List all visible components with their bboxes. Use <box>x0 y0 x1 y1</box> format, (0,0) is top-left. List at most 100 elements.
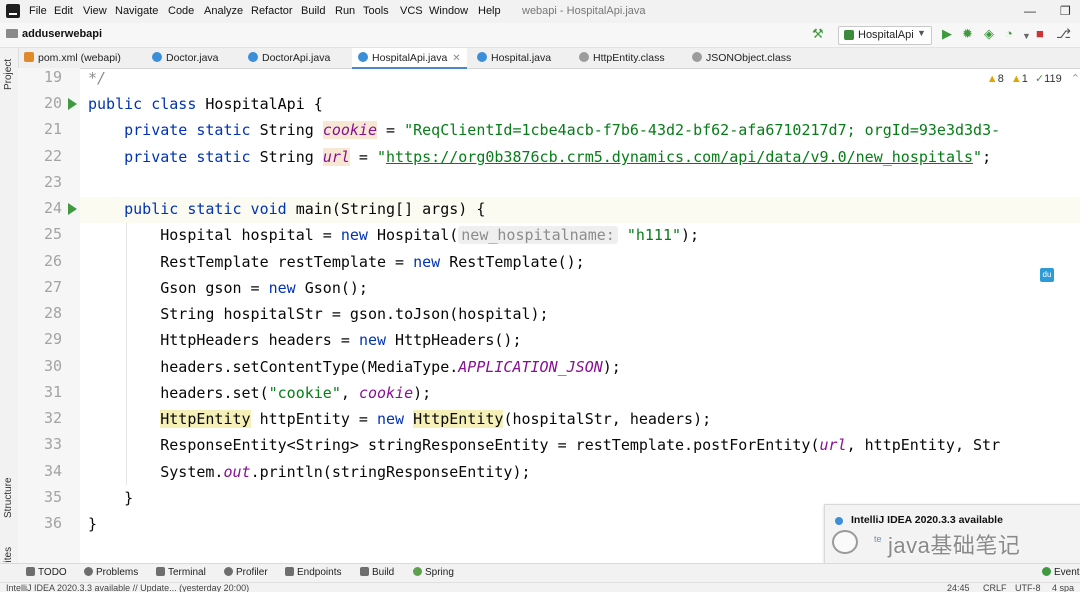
code-token: ); <box>413 384 432 402</box>
hammer-icon <box>360 567 369 576</box>
stop-icon[interactable]: ■ <box>1036 27 1044 41</box>
string-token: " <box>377 148 387 166</box>
line-number: 22 <box>43 147 62 165</box>
keyword-token: public class <box>88 95 197 113</box>
terminal-icon <box>156 567 165 576</box>
code-line-35: } <box>88 488 133 508</box>
class-file-icon <box>579 52 589 62</box>
keyword-token: new <box>413 253 441 271</box>
restore-icon[interactable]: ❐ <box>1060 4 1071 18</box>
code-line-27: Gson gson = new Gson(); <box>88 278 368 298</box>
code-token: ; <box>982 148 992 166</box>
menu-tools[interactable]: Tools <box>363 5 389 17</box>
menu-build[interactable]: Build <box>301 5 325 17</box>
code-token: , httpEntity, Str <box>846 436 1001 454</box>
inspections-widget[interactable]: ▲8 ▲1 ✓119 ⌃ <box>987 72 1080 85</box>
string-token: "ReqClientId=1cbe4acb-f7b6-43d2-bf62-afa… <box>404 121 1001 139</box>
keyword-token: new <box>340 226 368 244</box>
run-main-gutter-icon[interactable] <box>68 203 77 215</box>
editor-gutter: 19 20 21 22 23 24 25 26 27 28 29 30 31 3… <box>18 68 93 563</box>
coverage-icon[interactable]: ◈ <box>984 27 994 41</box>
tab-hospitalapi-java[interactable]: HospitalApi.java ✕ <box>352 48 467 69</box>
problems-icon <box>84 567 93 576</box>
tab-doctorapi-java[interactable]: DoctorApi.java <box>248 48 330 68</box>
editor-tab-bar: pom.xml (webapi) Doctor.java DoctorApi.j… <box>0 48 1080 69</box>
menu-edit[interactable]: Edit <box>54 5 73 17</box>
run-config-icon <box>844 30 854 40</box>
tool-window-structure[interactable]: Structure <box>3 477 14 518</box>
tab-hospital-java[interactable]: Hospital.java <box>477 48 551 68</box>
git-icon[interactable]: ⎇ <box>1056 27 1071 41</box>
tool-spring[interactable]: Spring <box>413 567 454 578</box>
menu-file[interactable]: File <box>29 5 47 17</box>
code-token: (hospitalStr, headers); <box>503 410 712 428</box>
line-number: 20 <box>43 94 62 112</box>
tool-event-log[interactable]: Event <box>1042 567 1080 578</box>
run-configuration-select[interactable]: HospitalApi ▼ <box>838 26 932 45</box>
string-token: " <box>973 148 983 166</box>
tab-label: HttpEntity.class <box>593 52 665 64</box>
parameter-hint: new_hospitalname: <box>458 226 618 244</box>
code-token: headers.set( <box>160 384 269 402</box>
tab-pom-xml[interactable]: pom.xml (webapi) <box>24 48 121 68</box>
menu-refactor[interactable]: Refactor <box>251 5 293 17</box>
chevron-up-icon[interactable]: ⌃ <box>1071 73 1080 85</box>
tool-label: Spring <box>425 567 454 578</box>
more-run-chevron-icon[interactable]: ▼ <box>1022 29 1031 43</box>
string-token: "h111" <box>617 226 682 244</box>
code-editor[interactable]: */ public class HospitalApi { private st… <box>80 68 1080 563</box>
menu-navigate[interactable]: Navigate <box>115 5 158 17</box>
tab-jsonobject-class[interactable]: JSONObject.class <box>692 48 791 68</box>
breadcrumb-project[interactable]: adduserwebapi <box>22 28 102 40</box>
build-hammer-icon[interactable]: ⚒ <box>812 27 824 41</box>
tool-todo[interactable]: TODO <box>26 567 67 578</box>
code-line-28: String hospitalStr = gson.toJson(hospita… <box>88 304 548 324</box>
minimize-icon[interactable]: — <box>1024 4 1036 18</box>
tool-terminal[interactable]: Terminal <box>156 567 206 578</box>
menu-code[interactable]: Code <box>168 5 194 17</box>
code-token: System. <box>160 463 224 481</box>
menu-window[interactable]: Window <box>429 5 468 17</box>
menu-view[interactable]: View <box>83 5 107 17</box>
intellij-logo-icon <box>6 4 20 18</box>
run-class-gutter-icon[interactable] <box>68 98 77 110</box>
window-title: webapi - HospitalApi.java <box>522 5 646 17</box>
url-link[interactable]: https://org0b3876cb.crm5.dynamics.com/ap… <box>386 148 973 166</box>
field-token: url <box>819 436 847 454</box>
tool-label: Profiler <box>236 567 268 578</box>
tool-window-project[interactable]: Project <box>3 59 14 90</box>
profile-icon[interactable]: ◔ <box>1005 27 1013 41</box>
line-number: 19 <box>43 68 62 86</box>
keyword-token: new <box>358 331 387 349</box>
tool-endpoints[interactable]: Endpoints <box>285 567 341 578</box>
menu-analyze[interactable]: Analyze <box>204 5 243 17</box>
menu-vcs[interactable]: VCS <box>400 5 423 17</box>
code-token: HospitalApi { <box>196 95 323 113</box>
code-line-21: private static String cookie = "ReqClien… <box>88 120 1000 140</box>
tab-label: Hospital.java <box>491 52 552 64</box>
tool-profiler[interactable]: Profiler <box>224 567 268 578</box>
tool-label: Problems <box>96 567 139 578</box>
tool-problems[interactable]: Problems <box>84 567 138 578</box>
code-token: Hospital hospital = <box>160 226 341 244</box>
java-class-icon <box>358 52 368 62</box>
code-line-20: public class HospitalApi { <box>88 94 323 114</box>
highlighted-type-token: HttpEntity <box>413 410 504 428</box>
tab-httpentity-class[interactable]: HttpEntity.class <box>579 48 665 68</box>
tab-doctor-java[interactable]: Doctor.java <box>152 48 219 68</box>
plugin-badge[interactable]: du <box>1040 268 1054 282</box>
close-tab-icon[interactable]: ✕ <box>452 53 460 64</box>
code-token: ); <box>681 226 700 244</box>
code-token: RestTemplate(); <box>440 253 585 271</box>
field-token: url <box>322 148 350 166</box>
tool-label: TODO <box>38 567 67 578</box>
tab-label: pom.xml (webapi) <box>38 52 121 64</box>
run-icon[interactable]: ▶ <box>942 27 952 41</box>
menu-run[interactable]: Run <box>335 5 355 17</box>
run-config-label: HospitalApi <box>858 29 914 41</box>
menu-help[interactable]: Help <box>478 5 501 17</box>
code-token: main(String[] args) { <box>286 200 486 218</box>
debug-icon[interactable]: ✹ <box>962 27 973 41</box>
tool-build[interactable]: Build <box>360 567 394 578</box>
code-token: HttpHeaders headers = <box>160 331 359 349</box>
